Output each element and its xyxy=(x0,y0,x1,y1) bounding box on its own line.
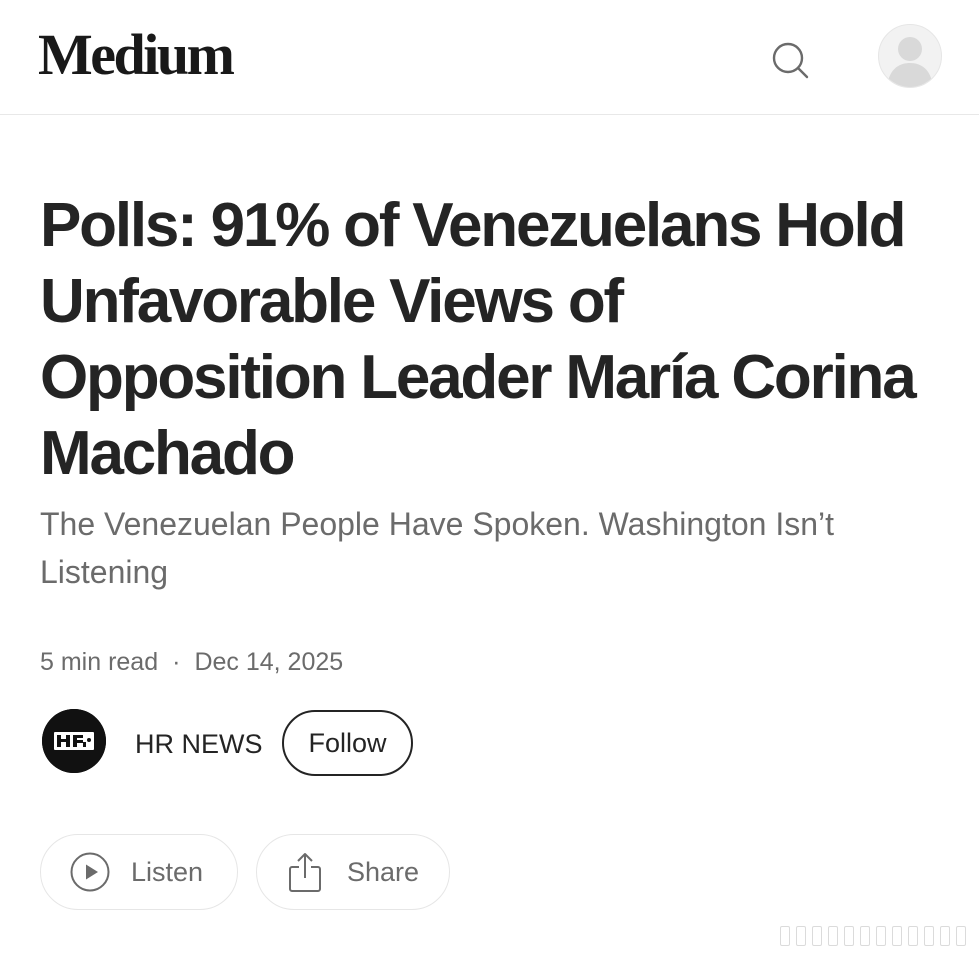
publication-name[interactable]: HR NEWS xyxy=(135,726,263,762)
user-avatar-icon xyxy=(887,37,933,87)
play-circle-icon xyxy=(70,852,110,892)
listen-button[interactable]: Listen xyxy=(40,834,238,910)
follow-button[interactable]: Follow xyxy=(282,710,413,776)
medium-logo[interactable]: Medium xyxy=(38,26,235,84)
publication-avatar[interactable] xyxy=(42,709,106,773)
read-time: 5 min read xyxy=(40,648,159,676)
share-label: Share xyxy=(347,856,420,887)
top-navigation-bar: Medium xyxy=(0,0,979,115)
article-subtitle: The Venezuelan People Have Spoken. Washi… xyxy=(40,506,834,590)
listen-label: Listen xyxy=(131,856,204,887)
meta-separator: · xyxy=(172,648,181,676)
publish-date: Dec 14, 2025 xyxy=(194,648,344,676)
share-icon xyxy=(289,853,321,892)
article-title: Polls: 91% of Venezuelans Hold Unfavorab… xyxy=(40,191,917,488)
article-meta: 5 min read · Dec 14, 2025 xyxy=(40,646,343,678)
hr-news-logo-icon xyxy=(42,709,106,773)
watermark xyxy=(780,926,976,948)
search-icon xyxy=(772,42,809,79)
share-button[interactable]: Share xyxy=(256,834,450,910)
search-button[interactable] xyxy=(770,40,810,80)
user-avatar-button[interactable] xyxy=(878,24,942,88)
